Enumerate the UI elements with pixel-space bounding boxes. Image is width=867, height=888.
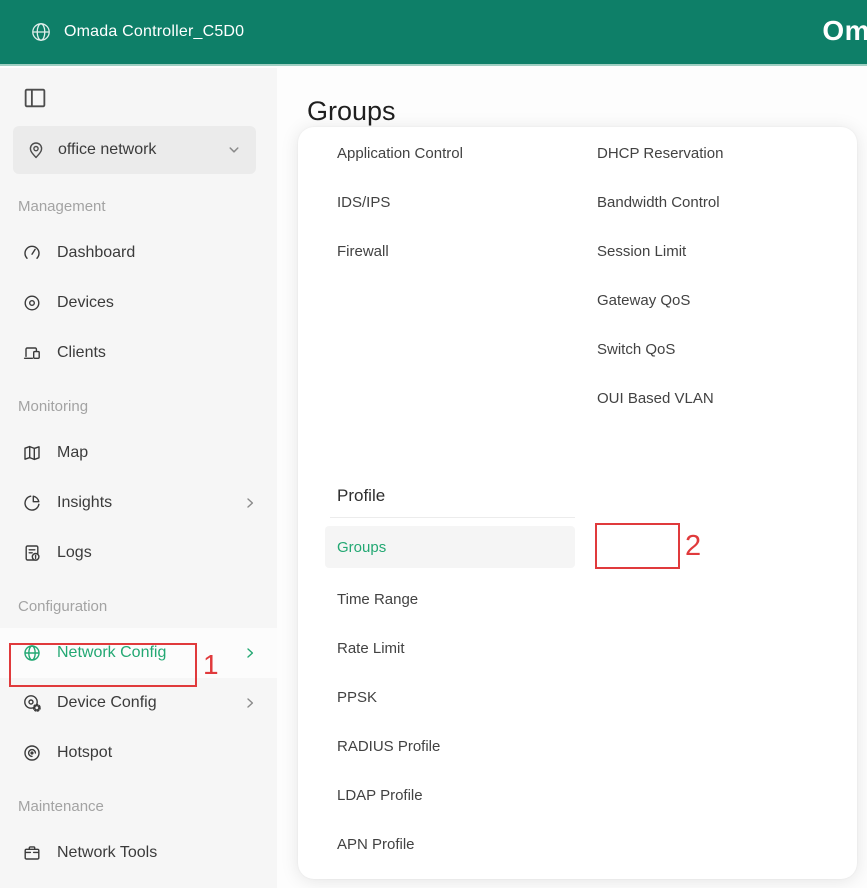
sidebar-item-logs[interactable]: Logs: [0, 528, 277, 578]
omada-controller-app: Omada Controller_C5D0 Om office network: [0, 0, 867, 888]
annotation-box-step1: [9, 643, 197, 687]
log-file-icon: [22, 543, 42, 563]
divider: [330, 517, 575, 518]
section-label-management: Management: [0, 184, 277, 228]
sidebar-item-label: Network Tools: [57, 844, 157, 862]
chevron-right-icon: [243, 496, 257, 510]
location-pin-icon: [26, 140, 46, 160]
popup-column-security: Application ControlIDS/IPSFirewall: [337, 129, 463, 276]
top-header-bar: Omada Controller_C5D0 Om: [0, 0, 867, 66]
sidebar-item-label: Hotspot: [57, 744, 112, 762]
sidebar: office network Management Dashboard Device…: [0, 68, 277, 888]
site-selector-label: office network: [58, 141, 156, 159]
clients-icon: [22, 343, 42, 363]
sidebar-item-label: Clients: [57, 344, 106, 362]
popup-item-gateway-qos[interactable]: Gateway QoS: [597, 276, 723, 325]
popup-item-switch-qos[interactable]: Switch QoS: [597, 325, 723, 374]
profile-item-ppsk[interactable]: PPSK: [337, 673, 857, 722]
sidebar-item-clients[interactable]: Clients: [0, 328, 277, 378]
popup-item-session-limit[interactable]: Session Limit: [597, 227, 723, 276]
device-circle-icon: [22, 293, 42, 313]
profile-item-rate-limit[interactable]: Rate Limit: [337, 624, 857, 673]
omada-globe-logo-icon: [30, 21, 52, 43]
sidebar-item-label: Devices: [57, 294, 114, 312]
network-config-popup: Application ControlIDS/IPSFirewall DHCP …: [298, 127, 857, 879]
annotation-box-step2: [595, 523, 680, 569]
sidebar-collapse-icon[interactable]: [22, 85, 48, 111]
section-label-monitoring: Monitoring: [0, 384, 277, 428]
toolbox-icon: [22, 843, 42, 863]
pie-chart-icon: [22, 493, 42, 513]
section-label-maintenance: Maintenance: [0, 784, 277, 828]
sidebar-item-hotspot[interactable]: Hotspot: [0, 728, 277, 778]
annotation-number-step2: 2: [685, 523, 701, 569]
profile-item-groups[interactable]: Groups: [325, 526, 575, 568]
hotspot-icon: [22, 743, 42, 763]
chevron-right-icon: [243, 646, 257, 660]
device-gear-icon: [22, 693, 42, 713]
profile-item-time-range[interactable]: Time Range: [337, 575, 857, 624]
annotation-number-step1: 1: [203, 643, 219, 687]
gauge-icon: [22, 243, 42, 263]
popup-item-application-control[interactable]: Application Control: [337, 129, 463, 178]
sidebar-item-label: Dashboard: [57, 244, 135, 262]
popup-column-transmission: DHCP ReservationBandwidth ControlSession…: [597, 129, 723, 423]
site-selector[interactable]: office network: [13, 126, 256, 174]
popup-item-bandwidth-control[interactable]: Bandwidth Control: [597, 178, 723, 227]
omada-brand-logo: Om: [822, 15, 867, 47]
sidebar-item-map[interactable]: Map: [0, 428, 277, 478]
profile-item-radius-profile[interactable]: RADIUS Profile: [337, 722, 857, 771]
popup-item-ids-ips[interactable]: IDS/IPS: [337, 178, 463, 227]
map-icon: [22, 443, 42, 463]
main-area: Groups Application ControlIDS/IPSFirewal…: [277, 68, 867, 888]
sidebar-item-label: Logs: [57, 544, 92, 562]
popup-item-oui-based-vlan[interactable]: OUI Based VLAN: [597, 374, 723, 423]
profile-item-ldap-profile[interactable]: LDAP Profile: [337, 771, 857, 820]
profile-item-apn-profile[interactable]: APN Profile: [337, 820, 857, 869]
sidebar-item-dashboard[interactable]: Dashboard: [0, 228, 277, 278]
section-label-configuration: Configuration: [0, 584, 277, 628]
popup-item-firewall[interactable]: Firewall: [337, 227, 463, 276]
controller-title: Omada Controller_C5D0: [64, 23, 244, 41]
popup-item-dhcp-reservation[interactable]: DHCP Reservation: [597, 129, 723, 178]
profile-section: Profile Groups Time RangeRate LimitPPSKRA…: [298, 481, 857, 869]
chevron-down-icon: [226, 142, 242, 158]
profile-section-header: Profile: [337, 481, 857, 511]
sidebar-item-label: Map: [57, 444, 88, 462]
page-title: Groups: [307, 96, 396, 127]
chevron-right-icon: [243, 696, 257, 710]
sidebar-item-label: Device Config: [57, 694, 157, 712]
sidebar-nav: Management Dashboard Devices Clients Monitor…: [0, 184, 277, 878]
sidebar-item-devices[interactable]: Devices: [0, 278, 277, 328]
sidebar-item-label: Insights: [57, 494, 112, 512]
sidebar-item-insights[interactable]: Insights: [0, 478, 277, 528]
profile-item-list: Groups Time RangeRate LimitPPSKRADIUS Pro…: [298, 526, 857, 869]
sidebar-item-network-tools[interactable]: Network Tools: [0, 828, 277, 878]
